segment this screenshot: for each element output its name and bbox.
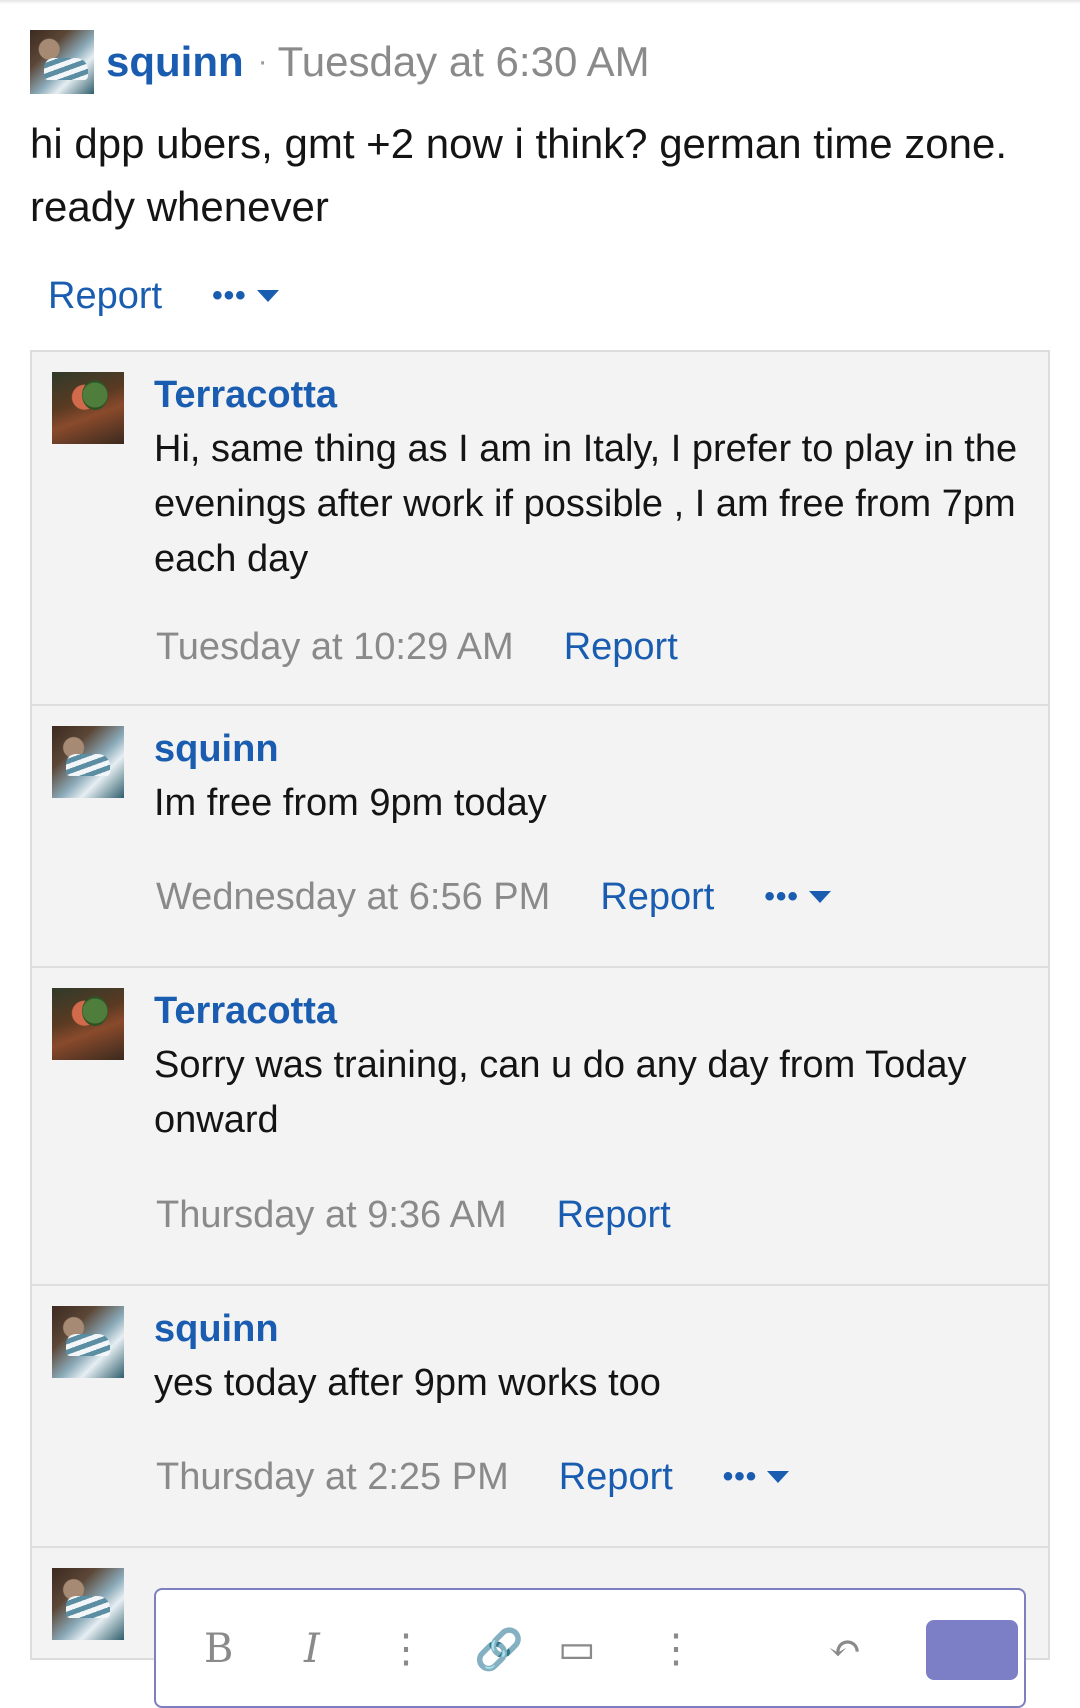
- more-menu-button[interactable]: •••: [764, 880, 831, 914]
- comment-meta: Wednesday at 6:56 PM Report •••: [156, 872, 831, 922]
- post-author[interactable]: squinn: [106, 38, 244, 86]
- comment-timestamp[interactable]: Tuesday at 10:29 AM: [156, 626, 514, 669]
- more-menu-button[interactable]: •••: [723, 1460, 790, 1494]
- more-format-icon[interactable]: ⋮: [386, 1626, 426, 1672]
- chevron-down-icon: [256, 290, 279, 302]
- comment-author[interactable]: Terracotta: [154, 990, 337, 1033]
- avatar[interactable]: [52, 372, 124, 444]
- more-icon[interactable]: ⋮: [656, 1626, 696, 1672]
- bold-button[interactable]: B: [204, 1626, 233, 1672]
- comment-item: Terracotta Hi, same thing as I am in Ita…: [32, 352, 1048, 706]
- undo-icon[interactable]: ↶: [828, 1626, 862, 1672]
- report-link[interactable]: Report: [48, 275, 162, 318]
- more-menu-button[interactable]: •••: [212, 279, 279, 313]
- avatar[interactable]: [52, 988, 124, 1060]
- comment-author[interactable]: squinn: [154, 1308, 279, 1351]
- chevron-down-icon: [767, 1471, 790, 1483]
- comment-timestamp[interactable]: Thursday at 2:25 PM: [156, 1456, 509, 1499]
- comment-author[interactable]: Terracotta: [154, 374, 337, 417]
- avatar[interactable]: [52, 726, 124, 798]
- avatar[interactable]: [30, 30, 94, 94]
- comment-meta: Thursday at 9:36 AM Report: [156, 1190, 671, 1240]
- comment-item: Terracotta Sorry was training, can u do …: [32, 968, 1048, 1286]
- send-button[interactable]: [926, 1620, 1018, 1680]
- top-divider: [0, 0, 1080, 4]
- comment-timestamp[interactable]: Wednesday at 6:56 PM: [156, 876, 550, 919]
- avatar[interactable]: [52, 1306, 124, 1378]
- reply-editor[interactable]: B I ⋮ 🔗 ▭ ⋮ ↶: [154, 1588, 1026, 1708]
- avatar[interactable]: [52, 1568, 124, 1640]
- link-icon[interactable]: 🔗: [474, 1626, 524, 1673]
- report-link[interactable]: Report: [557, 1194, 671, 1237]
- comment-meta: Tuesday at 10:29 AM Report: [156, 622, 678, 672]
- separator: ·: [257, 45, 268, 78]
- italic-button[interactable]: I: [304, 1626, 320, 1672]
- post-timestamp[interactable]: Tuesday at 6:30 AM: [278, 38, 650, 86]
- comment-item: squinn yes today after 9pm works too Thu…: [32, 1286, 1048, 1548]
- report-link[interactable]: Report: [600, 876, 714, 919]
- comment-author[interactable]: squinn: [154, 728, 279, 771]
- comments-panel: Terracotta Hi, same thing as I am in Ita…: [30, 350, 1050, 1708]
- comment-body: Hi, same thing as I am in Italy, I prefe…: [154, 428, 1018, 580]
- comment-meta: Thursday at 2:25 PM Report •••: [156, 1452, 790, 1502]
- post-body: hi dpp ubers, gmt +2 now i think? german…: [30, 120, 1008, 230]
- post-actions: Report •••: [48, 268, 279, 324]
- report-link[interactable]: Report: [564, 626, 678, 669]
- comment-body: Sorry was training, can u do any day fro…: [154, 1044, 967, 1141]
- post-header: squinn · Tuesday at 6:30 AM: [30, 30, 650, 94]
- comment-body: Im free from 9pm today: [154, 782, 547, 824]
- more-dots-icon: •••: [212, 279, 247, 312]
- report-link[interactable]: Report: [559, 1456, 673, 1499]
- comment-body: yes today after 9pm works too: [154, 1362, 661, 1404]
- more-dots-icon: •••: [722, 1460, 758, 1493]
- more-dots-icon: •••: [764, 880, 799, 913]
- image-icon[interactable]: ▭: [558, 1626, 596, 1672]
- comment-item: squinn Im free from 9pm today Wednesday …: [32, 706, 1048, 968]
- comment-timestamp[interactable]: Thursday at 9:36 AM: [156, 1194, 507, 1237]
- chevron-down-icon: [808, 891, 831, 903]
